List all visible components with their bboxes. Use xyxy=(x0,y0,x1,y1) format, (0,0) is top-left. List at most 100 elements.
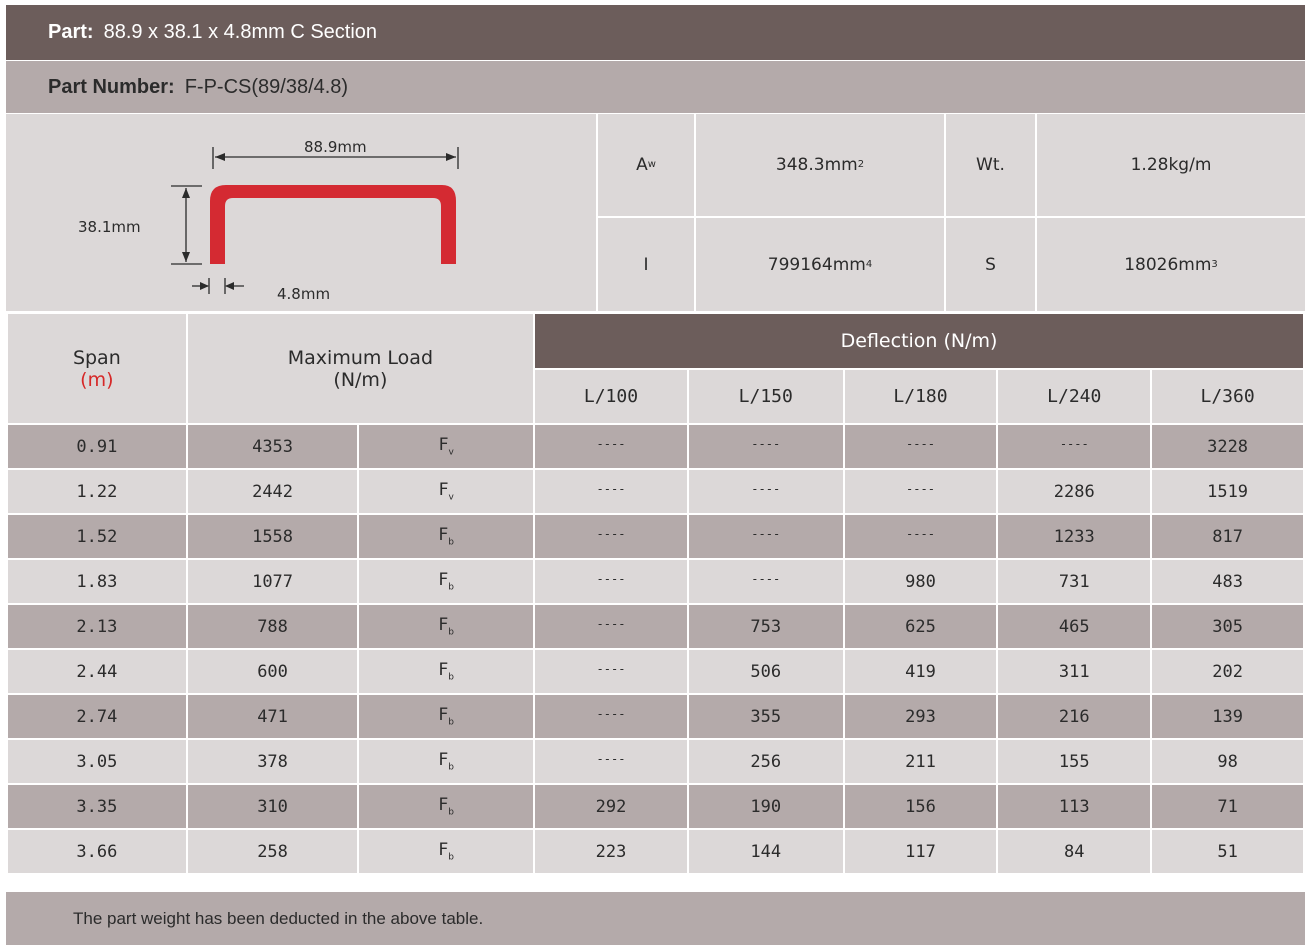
deflection-value: 731 xyxy=(1058,571,1090,592)
load-type-cell: Fb xyxy=(357,693,536,740)
load-type-subscript: b xyxy=(448,582,454,593)
deflection-header: Deflection (N/m) xyxy=(533,312,1305,370)
deflection-cell: 1233 xyxy=(996,513,1153,560)
deflection-cell: 71 xyxy=(1150,783,1305,830)
deflection-cell: ---- xyxy=(842,423,999,470)
deflection-cell: 216 xyxy=(996,693,1153,740)
deflection-value: 156 xyxy=(905,796,936,817)
modulus-label: S xyxy=(985,254,996,275)
table-row: 1.52 1558 Fb ---- ---- ---- 1233 817 xyxy=(6,513,1305,560)
deflection-cell: ---- xyxy=(533,423,689,470)
load-type-subscript: v xyxy=(448,492,454,503)
load-type-subscript: b xyxy=(448,717,454,728)
deflection-cell: 1519 xyxy=(1150,468,1305,515)
load-type-symbol: F xyxy=(438,570,449,591)
part-number-label: Part Number: xyxy=(48,75,175,98)
load-type-symbol: F xyxy=(438,525,449,546)
deflection-cell: ---- xyxy=(533,468,689,515)
max-load-cell: 2442 xyxy=(185,468,360,515)
deflection-cell: 84 xyxy=(996,828,1153,875)
inertia-value: 799164mm xyxy=(767,254,866,275)
deflection-value: 2286 xyxy=(1053,481,1095,502)
deflection-cell: 980 xyxy=(842,558,999,605)
deflection-cell: ---- xyxy=(533,603,689,650)
modulus-label-cell: S xyxy=(946,218,1035,311)
deflection-cell: 51 xyxy=(1150,828,1305,875)
deflection-col-l240: L/240 xyxy=(996,368,1153,425)
deflection-cell: 2286 xyxy=(996,468,1153,515)
deflection-value: 817 xyxy=(1212,526,1243,547)
load-type-symbol: F xyxy=(438,795,449,816)
table-row: 2.44 600 Fb ---- 506 419 311 202 xyxy=(6,648,1305,695)
span-header-label: Span xyxy=(72,346,121,369)
load-type-subscript: b xyxy=(448,672,454,683)
span-cell: 0.91 xyxy=(6,423,188,470)
max-load-cell: 600 xyxy=(185,648,360,695)
load-type-cell: Fv xyxy=(357,468,536,515)
table-body: 0.91 4353 Fv ---- ---- ---- ---- 3228 1.22 2442 Fv… xyxy=(6,423,1305,875)
deflection-value: 753 xyxy=(750,616,782,637)
table-row: 2.13 788 Fb ---- 753 625 465 305 xyxy=(6,603,1305,650)
c-section-shape xyxy=(210,185,456,264)
part-number-value: F-P-CS(89/38/4.8) xyxy=(184,75,349,98)
deflection-col-l100: L/100 xyxy=(533,368,689,425)
deflection-cell: ---- xyxy=(686,423,845,470)
deflection-cell: 817 xyxy=(1150,513,1305,560)
deflection-value: 483 xyxy=(1212,571,1243,592)
weight-value: 1.28kg/m xyxy=(1130,155,1212,175)
deflection-cell: ---- xyxy=(686,558,845,605)
deflection-cell: 293 xyxy=(842,693,999,740)
deflection-value: ---- xyxy=(906,481,935,496)
load-type-symbol: F xyxy=(438,840,449,861)
deflection-value: ---- xyxy=(596,481,626,496)
deflection-value: 190 xyxy=(750,796,782,817)
deflection-cell: ---- xyxy=(533,693,689,740)
deflection-cell: ---- xyxy=(533,648,689,695)
height-arrow-bottom xyxy=(182,252,190,262)
deflection-cell: 465 xyxy=(996,603,1153,650)
part-number-band: Part Number: F-P-CS(89/38/4.8) xyxy=(6,61,1305,113)
span-cell: 3.35 xyxy=(6,783,188,830)
area-value-cell: 348.3mm 2 xyxy=(775,155,865,175)
area-label-cell: Aw xyxy=(636,155,656,175)
max-load-header-label: Maximum Load xyxy=(287,346,434,369)
deflection-value: ---- xyxy=(596,751,626,766)
load-type-cell: Fv xyxy=(357,423,536,470)
deflection-value: 1233 xyxy=(1053,526,1095,547)
load-type-cell: Fb xyxy=(357,738,536,785)
span-cell: 2.44 xyxy=(6,648,188,695)
deflection-cell: ---- xyxy=(842,513,999,560)
deflection-value: 311 xyxy=(1058,661,1090,682)
inertia-label-cell: I xyxy=(598,218,694,311)
area-value: 348.3mm xyxy=(775,155,858,175)
deflection-cell: 753 xyxy=(686,603,845,650)
deflection-cell: 139 xyxy=(1150,693,1305,740)
c-section-drawing xyxy=(171,147,459,294)
deflection-cell: 419 xyxy=(842,648,999,695)
deflection-value: ---- xyxy=(596,526,626,541)
modulus-value: 18026mm xyxy=(1124,254,1212,275)
table-row: 3.35 310 Fb 292 190 156 113 71 xyxy=(6,783,1305,830)
section-properties-panel: 88.9mm 38.1mm 4.8mm Aw 348.3mm 2 Wt. 1.28… xyxy=(6,114,1305,311)
deflection-cell: 223 xyxy=(533,828,689,875)
deflection-value: 1519 xyxy=(1207,481,1249,502)
table-row: 3.05 378 Fb ---- 256 211 155 98 xyxy=(6,738,1305,785)
deflection-cell: ---- xyxy=(686,513,845,560)
span-cell: 1.52 xyxy=(6,513,188,560)
table-row: 1.83 1077 Fb ---- ---- 980 731 483 xyxy=(6,558,1305,605)
deflection-value: 155 xyxy=(1058,751,1090,772)
load-type-cell: Fb xyxy=(357,513,536,560)
deflection-value: 355 xyxy=(750,706,782,727)
height-dimension-label: 38.1mm xyxy=(78,218,141,236)
deflection-col-l180: L/180 xyxy=(842,368,999,425)
deflection-cell: 292 xyxy=(533,783,689,830)
span-cell: 2.13 xyxy=(6,603,188,650)
deflection-value: 223 xyxy=(595,841,627,862)
deflection-value: 144 xyxy=(750,841,782,862)
deflection-cell: 190 xyxy=(686,783,845,830)
deflection-value: ---- xyxy=(751,571,781,586)
deflection-cell: 144 xyxy=(686,828,845,875)
deflection-value: 113 xyxy=(1058,796,1090,817)
deflection-cell: ---- xyxy=(686,468,845,515)
deflection-value: 980 xyxy=(905,571,936,592)
